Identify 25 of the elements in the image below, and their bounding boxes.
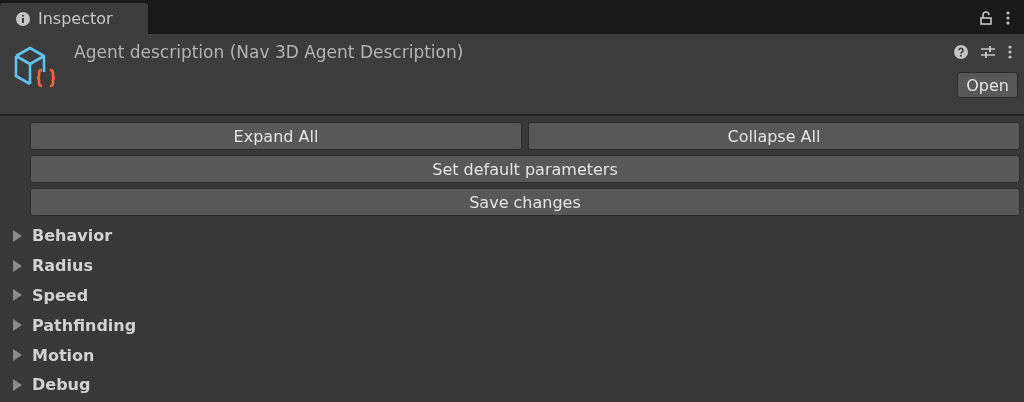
foldout-arrow-icon[interactable] xyxy=(12,229,22,242)
more-icon[interactable] xyxy=(1008,45,1012,59)
action-button[interactable]: Expand All xyxy=(30,122,522,150)
info-icon xyxy=(16,11,30,26)
more-icon[interactable] xyxy=(1006,11,1010,25)
open-button[interactable]: Open xyxy=(957,72,1018,98)
action-button[interactable]: Set default parameters xyxy=(30,155,1020,183)
section-foldout[interactable]: Pathfinding xyxy=(12,310,137,341)
section-foldout[interactable]: Debug xyxy=(12,370,91,400)
section-foldout[interactable]: Motion xyxy=(12,340,95,370)
lock-icon[interactable] xyxy=(980,11,992,25)
foldout-arrow-icon[interactable] xyxy=(12,378,22,391)
help-icon[interactable] xyxy=(954,45,968,59)
inspector-tab[interactable]: Inspector xyxy=(0,3,148,34)
foldout-arrow-icon[interactable] xyxy=(12,289,22,302)
action-button[interactable]: Save changes xyxy=(30,188,1020,216)
foldout-arrow-icon[interactable] xyxy=(12,349,22,362)
section-foldout[interactable]: Speed xyxy=(12,280,89,311)
foldout-arrow-icon[interactable] xyxy=(12,259,22,272)
section-foldout[interactable]: Behavior xyxy=(12,221,113,251)
action-button[interactable]: Collapse All xyxy=(528,122,1020,150)
section-foldout[interactable]: Radius xyxy=(12,250,93,281)
foldout-arrow-icon[interactable] xyxy=(12,319,22,332)
asset-title: Agent description (Nav 3D Agent Description) xyxy=(74,42,464,62)
settings-sliders-icon[interactable] xyxy=(980,44,996,60)
